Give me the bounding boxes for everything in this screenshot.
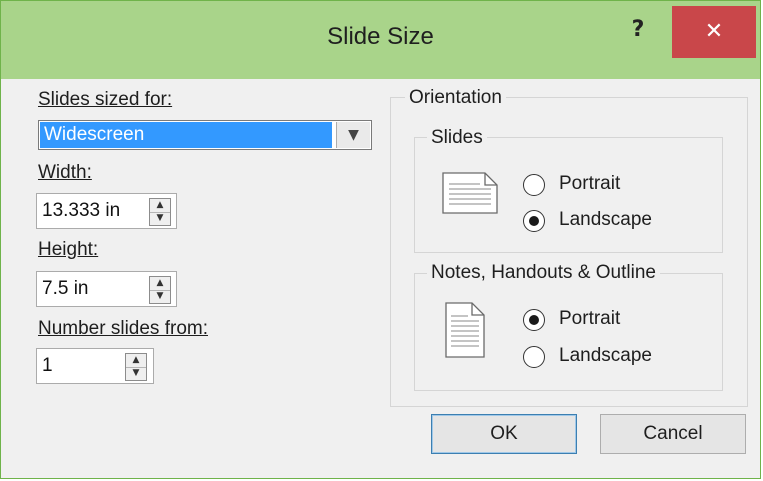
- height-value[interactable]: 7.5 in: [42, 272, 88, 306]
- chevron-down-icon[interactable]: ▼: [336, 122, 370, 148]
- notes-portrait-label[interactable]: Portrait: [559, 308, 620, 330]
- dialog-body: Slides sized for: Widescreen ▼ Width: 13…: [7, 79, 754, 474]
- slides-landscape-label[interactable]: Landscape: [559, 209, 652, 231]
- width-label: Width:: [38, 162, 92, 183]
- close-icon: ✕: [704, 19, 724, 44]
- landscape-page-icon: [442, 172, 498, 214]
- radio-selected-dot: [529, 315, 539, 325]
- slides-portrait-radio[interactable]: [523, 174, 545, 196]
- spin-up-icon[interactable]: ▲: [150, 277, 170, 291]
- orientation-title: Orientation: [405, 87, 506, 109]
- help-button[interactable]: ?: [623, 15, 653, 45]
- number-slides-from-value[interactable]: 1: [42, 349, 53, 383]
- number-slides-from-label: Number slides from:: [38, 318, 208, 339]
- slides-orientation-title: Slides: [427, 127, 487, 149]
- notes-landscape-label[interactable]: Landscape: [559, 345, 652, 367]
- notes-orientation-title: Notes, Handouts & Outline: [427, 262, 660, 284]
- spin-up-icon[interactable]: ▲: [126, 354, 146, 368]
- number-spin-buttons[interactable]: ▲ ▼: [125, 353, 147, 381]
- notes-landscape-radio[interactable]: [523, 346, 545, 368]
- slides-sized-for-value: Widescreen: [40, 122, 332, 148]
- slides-sized-for-dropdown[interactable]: Widescreen ▼: [38, 120, 372, 150]
- title-bar: Slide Size ? ✕: [1, 1, 760, 79]
- width-value[interactable]: 13.333 in: [42, 194, 120, 228]
- height-label: Height:: [38, 239, 99, 260]
- cancel-button[interactable]: Cancel: [600, 414, 746, 454]
- width-spinner[interactable]: 13.333 in ▲ ▼: [36, 193, 177, 229]
- number-slides-from-spinner[interactable]: 1 ▲ ▼: [36, 348, 154, 384]
- close-button[interactable]: ✕: [672, 6, 756, 58]
- height-spin-buttons[interactable]: ▲ ▼: [149, 276, 171, 304]
- radio-selected-dot: [529, 216, 539, 226]
- spin-up-icon[interactable]: ▲: [150, 199, 170, 213]
- notes-portrait-radio[interactable]: [523, 309, 545, 331]
- height-spinner[interactable]: 7.5 in ▲ ▼: [36, 271, 177, 307]
- slide-size-dialog: Slide Size ? ✕ Slides sized for: Widescr…: [0, 0, 761, 479]
- spin-down-icon[interactable]: ▼: [150, 290, 170, 303]
- slides-sized-for-label: Slides sized for:: [38, 89, 173, 110]
- slides-portrait-label[interactable]: Portrait: [559, 173, 620, 195]
- ok-button[interactable]: OK: [431, 414, 577, 454]
- spin-down-icon[interactable]: ▼: [126, 367, 146, 380]
- spin-down-icon[interactable]: ▼: [150, 212, 170, 225]
- slides-landscape-radio[interactable]: [523, 210, 545, 232]
- width-spin-buttons[interactable]: ▲ ▼: [149, 198, 171, 226]
- portrait-page-icon: [445, 302, 485, 358]
